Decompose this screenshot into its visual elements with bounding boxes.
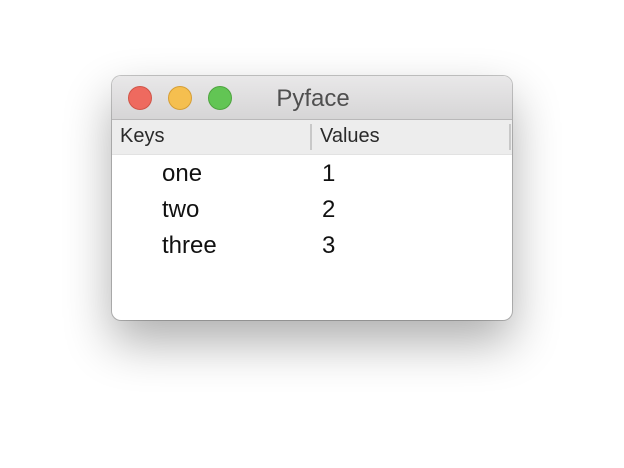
value-cell: 3 xyxy=(322,232,336,259)
column-resize-handle[interactable] xyxy=(310,124,312,150)
table-row[interactable]: one 1 xyxy=(112,156,512,192)
table-row[interactable]: three 3 xyxy=(112,228,512,264)
table-header: Keys Values xyxy=(112,120,512,155)
column-header-keys[interactable]: Keys xyxy=(120,120,164,154)
key-cell: two xyxy=(162,196,200,223)
title-bar[interactable]: Pyface xyxy=(112,76,512,120)
window-title: Pyface xyxy=(276,85,350,112)
key-cell: one xyxy=(162,160,203,187)
app-window: Pyface Keys Values one 1 two 2 three 3 xyxy=(112,76,512,320)
column-resize-handle[interactable] xyxy=(509,124,511,150)
value-cell: 1 xyxy=(322,160,336,187)
column-header-values[interactable]: Values xyxy=(320,120,380,154)
table-body: one 1 two 2 three 3 xyxy=(112,155,512,264)
table-row[interactable]: two 2 xyxy=(112,192,512,228)
value-cell: 2 xyxy=(322,196,336,223)
key-cell: three xyxy=(162,232,217,259)
